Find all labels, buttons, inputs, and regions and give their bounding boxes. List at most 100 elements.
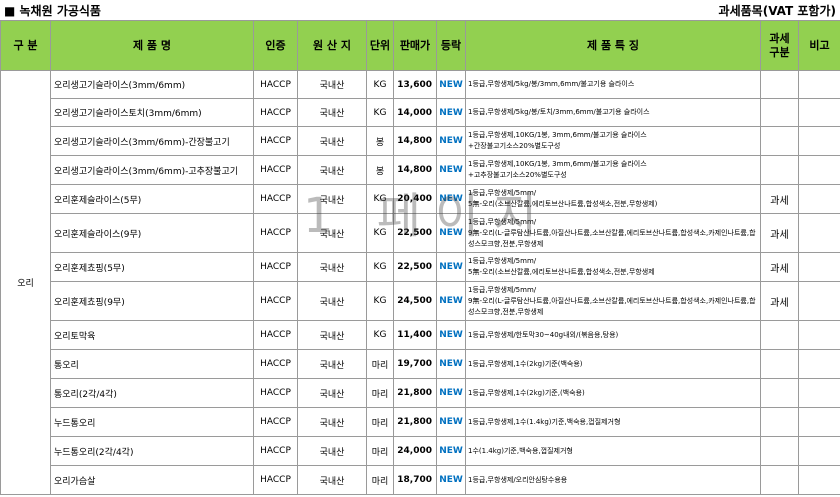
features-cell: 1등급,무항생제/5mm/ 9無-오리(L-글루탐산나트륨,아질산나트륨,소브산… <box>465 213 761 253</box>
status-badge: NEW <box>436 281 466 321</box>
unit-cell: KG <box>366 320 394 350</box>
unit-cell: 마리 <box>366 436 394 466</box>
features-cell: 1등급,무항생제,1수(1.4kg)기준,백숙용,껍질제거형 <box>465 407 761 437</box>
price-cell: 22,500 <box>393 252 437 282</box>
unit-cell: 마리 <box>366 407 394 437</box>
price-table: 구 분 제 품 명 인증 원 산 지 단위 판매가 등락 제 품 특 징 과세 … <box>0 20 840 495</box>
origin-cell: 국내산 <box>297 155 367 185</box>
note-cell <box>798 70 840 99</box>
table-row: 통오리 HACCP 국내산 마리 19,700 NEW 1등급,무항생제,1수(2kg)기준… <box>1 349 840 379</box>
origin-cell: 국내산 <box>297 184 367 214</box>
unit-cell: 마리 <box>366 378 394 408</box>
status-badge: NEW <box>436 407 466 437</box>
cert-cell: HACCP <box>253 126 298 156</box>
tax-cell <box>760 407 799 437</box>
product-name: 누드통오리 <box>50 407 254 437</box>
col-origin: 원 산 지 <box>297 20 367 71</box>
product-name: 오리생고기슬라이스(3mm/6mm) <box>50 70 254 99</box>
table-row: 오리생고기슬라이스(3mm/6mm)-고추장불고기 HACCP 국내산 봉 14,800… <box>1 155 840 185</box>
features-cell: 1등급,무항생제/5kg/봉/토치/3mm,6mm/불고기용 슬라이스 <box>465 98 761 127</box>
unit-cell: KG <box>366 98 394 127</box>
table-row: 오리생고기슬라이스(3mm/6mm)-간장불고기 HACCP 국내산 봉 14,800 N… <box>1 126 840 156</box>
price-cell: 18,700 <box>393 465 437 495</box>
tax-cell <box>760 70 799 99</box>
status-badge: NEW <box>436 320 466 350</box>
header-row: 구 분 제 품 명 인증 원 산 지 단위 판매가 등락 제 품 특 징 과세 … <box>0 20 840 71</box>
price-cell: 20,400 <box>393 184 437 214</box>
product-name: 오리훈제쵸핑(5무) <box>50 252 254 282</box>
note-cell <box>798 155 840 185</box>
price-cell: 22,500 <box>393 213 437 253</box>
status-badge: NEW <box>436 126 466 156</box>
status-badge: NEW <box>436 436 466 466</box>
cert-cell: HACCP <box>253 407 298 437</box>
tax-cell <box>760 378 799 408</box>
price-cell: 14,800 <box>393 155 437 185</box>
price-cell: 21,800 <box>393 378 437 408</box>
product-name: 오리훈제슬라이스(5무) <box>50 184 254 214</box>
product-name: 오리생고기슬라이스(3mm/6mm)-간장불고기 <box>50 126 254 156</box>
cert-cell: HACCP <box>253 349 298 379</box>
cert-cell: HACCP <box>253 155 298 185</box>
tax-cell <box>760 320 799 350</box>
status-badge: NEW <box>436 349 466 379</box>
origin-cell: 국내산 <box>297 436 367 466</box>
col-tax: 과세 구분 <box>760 20 799 71</box>
tax-cell <box>760 126 799 156</box>
note-cell <box>798 436 840 466</box>
origin-cell: 국내산 <box>297 98 367 127</box>
features-cell: 1등급,무항생제,10KG/1봉, 3mm,6mm/불고기용 슬라이스 +고추장… <box>465 155 761 185</box>
origin-cell: 국내산 <box>297 320 367 350</box>
unit-cell: KG <box>366 281 394 321</box>
tax-cell: 과세 <box>760 281 799 321</box>
tax-cell: 과세 <box>760 252 799 282</box>
col-reg: 등락 <box>436 20 466 71</box>
cert-cell: HACCP <box>253 436 298 466</box>
features-cell: 1등급,무항생제,1수(2kg)기준(백숙용) <box>465 349 761 379</box>
col-product: 제 품 명 <box>50 20 254 71</box>
product-name: 오리생고기슬라이스토치(3mm/6mm) <box>50 98 254 127</box>
note-cell <box>798 184 840 214</box>
features-cell: 1등급,무항생제/5kg/봉/3mm,6mm/불고기용 슬라이스 <box>465 70 761 99</box>
origin-cell: 국내산 <box>297 378 367 408</box>
features-cell: 1등급,무항생제,10KG/1봉, 3mm,6mm/불고기용 슬라이스 +간장불… <box>465 126 761 156</box>
product-name: 오리가슴살 <box>50 465 254 495</box>
table-row: 오리 오리생고기슬라이스(3mm/6mm) HACCP 국내산 KG 13,600 NEW 1… <box>0 70 840 495</box>
cert-cell: HACCP <box>253 70 298 99</box>
table-row: 오리훈제쵸핑(5무) HACCP 국내산 KG 22,500 NEW 1등급,무항생제/5m… <box>1 252 840 282</box>
cert-cell: HACCP <box>253 98 298 127</box>
unit-cell: 마리 <box>366 465 394 495</box>
tax-cell: 과세 <box>760 184 799 214</box>
product-name: 오리토막육 <box>50 320 254 350</box>
origin-cell: 국내산 <box>297 465 367 495</box>
table-row: 오리생고기슬라이스토치(3mm/6mm) HACCP 국내산 KG 14,000 NEW 1… <box>1 98 840 127</box>
origin-cell: 국내산 <box>297 407 367 437</box>
unit-cell: 봉 <box>366 126 394 156</box>
note-cell <box>798 252 840 282</box>
status-badge: NEW <box>436 465 466 495</box>
price-cell: 21,800 <box>393 407 437 437</box>
features-cell: 1등급,무항생제/5mm/ 5無-오리(소브산칼륨,에리토브산나트륨,합성색소,… <box>465 252 761 282</box>
table-row: 오리훈제쵸핑(9무) HACCP 국내산 KG 24,500 NEW 1등급,무항생제/5m… <box>1 281 840 321</box>
tax-cell <box>760 349 799 379</box>
status-badge: NEW <box>436 378 466 408</box>
table-row: 누드통오리(2각/4각) HACCP 국내산 마리 24,000 NEW 1수(1.4kg)… <box>1 436 840 466</box>
product-name: 오리훈제쵸핑(9무) <box>50 281 254 321</box>
unit-cell: KG <box>366 213 394 253</box>
product-name: 통오리(2각/4각) <box>50 378 254 408</box>
cert-cell: HACCP <box>253 213 298 253</box>
cert-cell: HACCP <box>253 281 298 321</box>
category-cell: 오리 <box>0 70 51 495</box>
table-row: 오리훈제슬라이스(5무) HACCP 국내산 KG 20,400 NEW 1등급,무항생제/… <box>1 184 840 214</box>
status-badge: NEW <box>436 184 466 214</box>
col-cert: 인증 <box>253 20 298 71</box>
features-cell: 1등급,무항생제/5mm/ 5無-오리(소브산칼륨,에리토브산나트륨,합성색소,… <box>465 184 761 214</box>
note-cell <box>798 126 840 156</box>
product-name: 오리훈제슬라이스(9무) <box>50 213 254 253</box>
col-note: 비고 <box>798 20 840 71</box>
note-cell <box>798 378 840 408</box>
features-cell: 1수(1.4kg)기준,백숙용,껍질제거형 <box>465 436 761 466</box>
col-features: 제 품 특 징 <box>465 20 761 71</box>
tax-note: 과세품목(VAT 포함가) <box>718 4 836 18</box>
product-name: 통오리 <box>50 349 254 379</box>
